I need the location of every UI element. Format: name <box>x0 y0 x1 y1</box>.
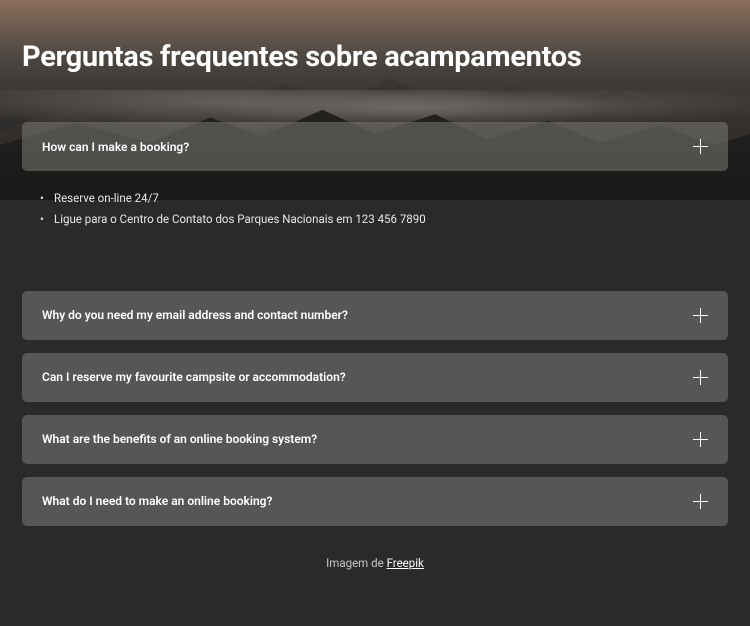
plus-icon <box>693 432 708 447</box>
image-credit: Imagem de Freepik <box>22 556 728 570</box>
accordion-toggle[interactable]: Why do you need my email address and con… <box>22 291 728 340</box>
plus-icon <box>693 308 708 323</box>
accordion-toggle[interactable]: What do I need to make an online booking… <box>22 477 728 526</box>
accordion-question: What are the benefits of an online booki… <box>42 432 317 446</box>
accordion-toggle[interactable]: What are the benefits of an online booki… <box>22 415 728 464</box>
plus-icon <box>693 370 708 385</box>
faq-accordion: How can I make a booking? Reserve on-lin… <box>22 122 728 526</box>
plus-icon <box>693 494 708 509</box>
accordion-toggle[interactable]: How can I make a booking? <box>22 122 728 171</box>
accordion-question: Can I reserve my favourite campsite or a… <box>42 370 346 384</box>
page-title: Perguntas frequentes sobre acampamentos <box>22 40 728 74</box>
main-content: Perguntas frequentes sobre acampamentos … <box>0 0 750 570</box>
credit-prefix: Imagem de <box>326 556 386 570</box>
accordion-question: Why do you need my email address and con… <box>42 308 348 322</box>
answer-item: Ligue para o Centro de Contato dos Parqu… <box>54 210 718 228</box>
accordion-question: How can I make a booking? <box>42 140 189 154</box>
credit-link[interactable]: Freepik <box>387 556 424 570</box>
answer-item: Reserve on-line 24/7 <box>54 189 718 207</box>
accordion-item: Why do you need my email address and con… <box>22 291 728 340</box>
accordion-content: Reserve on-line 24/7 Ligue para o Centro… <box>22 171 728 262</box>
accordion-question: What do I need to make an online booking… <box>42 494 272 508</box>
accordion-toggle[interactable]: Can I reserve my favourite campsite or a… <box>22 353 728 402</box>
accordion-item: What do I need to make an online booking… <box>22 477 728 526</box>
accordion-item: Can I reserve my favourite campsite or a… <box>22 353 728 402</box>
accordion-item: What are the benefits of an online booki… <box>22 415 728 464</box>
accordion-item: How can I make a booking? Reserve on-lin… <box>22 122 728 262</box>
plus-icon <box>693 139 708 154</box>
